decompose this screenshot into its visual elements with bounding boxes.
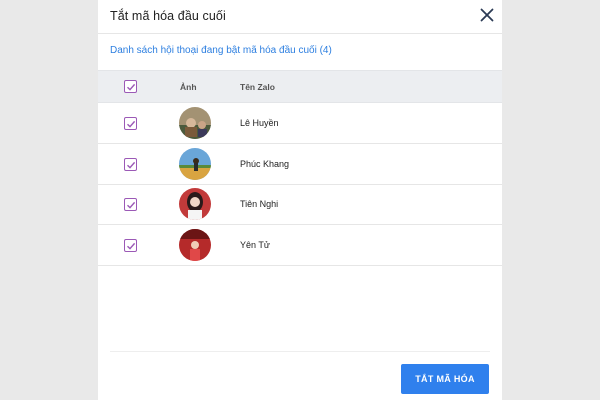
avatar xyxy=(179,107,211,139)
disable-encryption-button[interactable]: TẮT MÃ HÓA xyxy=(401,364,489,394)
row-checkbox[interactable] xyxy=(124,117,137,130)
row-checkbox[interactable] xyxy=(124,239,137,252)
close-icon xyxy=(480,8,494,22)
table-row[interactable]: Lê Huyền xyxy=(98,103,502,144)
avatar xyxy=(179,229,211,261)
contact-name: Tiên Nghi xyxy=(240,199,279,209)
select-all-checkbox[interactable] xyxy=(124,80,137,93)
table-row[interactable]: Tiên Nghi xyxy=(98,184,502,225)
check-icon xyxy=(126,242,135,250)
check-icon xyxy=(126,161,135,169)
table-row[interactable]: Yên Tử xyxy=(98,225,502,266)
contact-name: Phúc Khang xyxy=(240,159,290,169)
row-checkbox[interactable] xyxy=(124,198,137,211)
avatar xyxy=(179,148,211,180)
check-icon xyxy=(126,83,135,91)
check-icon xyxy=(126,120,135,128)
row-checkbox[interactable] xyxy=(124,158,137,171)
column-header-avatar: Ảnh xyxy=(180,82,197,92)
check-icon xyxy=(126,201,135,209)
contact-name: Yên Tử xyxy=(240,240,270,250)
contact-name: Lê Huyền xyxy=(240,118,279,128)
footer-divider xyxy=(110,351,490,352)
avatar xyxy=(179,188,211,220)
dialog: Tắt mã hóa đầu cuối Danh sách hội thoại … xyxy=(98,0,502,400)
conversation-list-subtitle: Danh sách hội thoại đang bật mã hóa đầu … xyxy=(110,45,332,56)
dialog-title: Tắt mã hóa đầu cuối xyxy=(110,9,226,23)
table-header: Ảnh Tên Zalo xyxy=(98,70,502,103)
close-button[interactable] xyxy=(478,6,496,24)
column-header-name: Tên Zalo xyxy=(240,82,275,92)
dialog-header: Tắt mã hóa đầu cuối xyxy=(98,0,502,34)
table-row[interactable]: Phúc Khang xyxy=(98,144,502,185)
